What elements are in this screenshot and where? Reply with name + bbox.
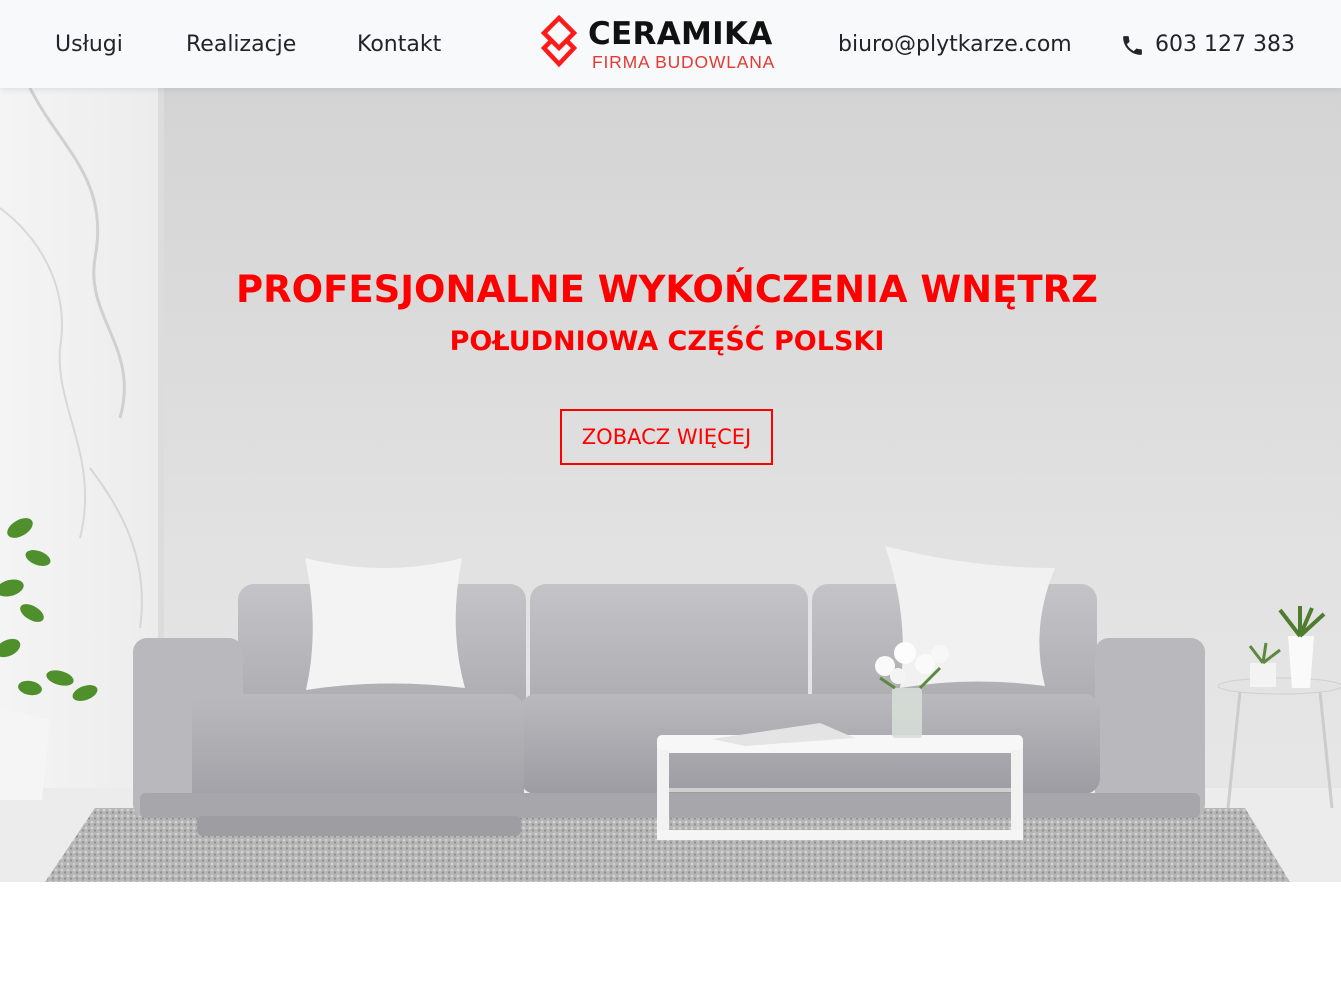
logo-tagline: FIRMA BUDOWLANA	[592, 52, 776, 72]
logo-name: CERAMIKA	[588, 16, 773, 52]
phone-icon	[1123, 35, 1142, 55]
email-link[interactable]: biuro@plytkarze.com	[838, 30, 1072, 60]
phone-number: 603 127 383	[1155, 32, 1295, 57]
phone-link[interactable]: 603 127 383	[1120, 30, 1295, 60]
hero-section: PROFESJONALNE WYKOŃCZENIA WNĘTRZ POŁUDNI…	[0, 88, 1341, 882]
diamond-logo-icon	[540, 14, 578, 68]
hero-title: PROFESJONALNE WYKOŃCZENIA WNĘTRZ	[236, 268, 1098, 311]
hero-background-image	[0, 88, 1341, 882]
nav-link-realizacje[interactable]: Realizacje	[186, 30, 296, 60]
see-more-button[interactable]: ZOBACZ WIĘCEJ	[560, 409, 773, 465]
navbar: Usługi Realizacje Kontakt CERAMIKA FIRMA…	[0, 0, 1341, 88]
brand-logo[interactable]: CERAMIKA FIRMA BUDOWLANA	[538, 14, 778, 74]
nav-link-uslugi[interactable]: Usługi	[55, 30, 123, 60]
hero-subtitle: POŁUDNIOWA CZĘŚĆ POLSKI	[449, 326, 885, 357]
nav-link-kontakt[interactable]: Kontakt	[357, 30, 441, 60]
